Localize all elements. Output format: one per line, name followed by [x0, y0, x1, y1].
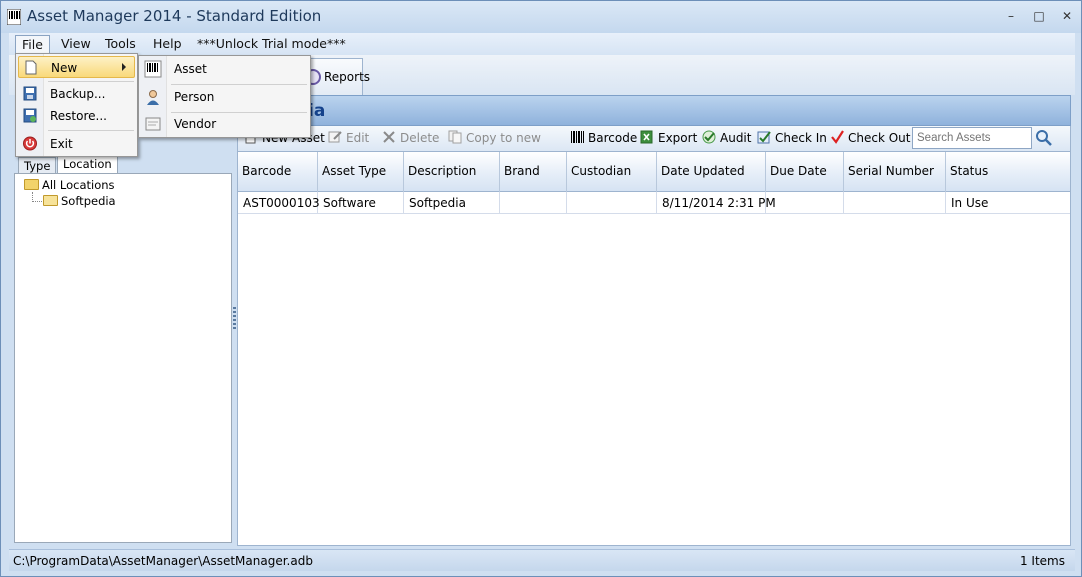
export-button[interactable]: Export	[640, 130, 697, 148]
menu-view[interactable]: View	[55, 35, 97, 55]
delete-button[interactable]: Delete	[382, 130, 439, 148]
submenu-item-asset[interactable]: Asset	[141, 57, 308, 83]
item-count: 1 Items	[1019, 554, 1065, 568]
column-header-status[interactable]: Status	[946, 152, 1070, 192]
edit-icon	[328, 131, 342, 143]
panel-splitter[interactable]	[233, 307, 236, 329]
column-header-barcode[interactable]: Barcode	[238, 152, 318, 192]
tree-item-all-locations[interactable]: All Locations	[24, 178, 115, 192]
file-menu-dropdown: New Backup... Restore... Exit	[15, 53, 138, 157]
column-header-brand[interactable]: Brand	[500, 152, 567, 192]
close-button[interactable]: ✕	[1055, 8, 1079, 26]
app-window: Asset Manager 2014 - Standard Edition – …	[0, 0, 1082, 577]
column-header-custodian[interactable]: Custodian	[567, 152, 657, 192]
barcode-icon	[144, 60, 162, 78]
asset-grid: Barcode Asset Type Description Brand Cus…	[237, 151, 1071, 546]
search-icon[interactable]	[1035, 129, 1053, 147]
column-header-date-updated[interactable]: Date Updated	[657, 152, 766, 192]
submenu-arrow-icon	[122, 63, 126, 71]
cell-asset-type: Software	[318, 192, 404, 214]
cell-serial-number	[844, 192, 946, 214]
person-icon	[147, 90, 159, 105]
tab-location[interactable]: Location	[57, 155, 118, 175]
asset-toolbar: New Asset Edit Delete Copy to new Barcod…	[237, 126, 1071, 151]
open-folder-icon	[43, 195, 58, 206]
menu-help[interactable]: Help	[147, 35, 188, 55]
cell-barcode: AST0000103	[238, 192, 320, 214]
cell-custodian	[567, 192, 657, 214]
menu-separator	[48, 130, 134, 131]
tree-item-softpedia[interactable]: Softpedia	[43, 194, 116, 208]
check-in-icon	[757, 131, 771, 144]
cell-description: Softpedia	[404, 192, 500, 214]
menu-item-new[interactable]: New	[18, 56, 135, 78]
vendor-icon	[145, 117, 161, 131]
status-bar: C:\ProgramData\AssetManager\AssetManager…	[9, 549, 1075, 571]
power-icon	[23, 136, 37, 151]
menu-bar: File View Tools Help ***Unlock Trial mod…	[9, 33, 1075, 55]
cell-due-date	[766, 192, 844, 214]
maximize-button[interactable]: □	[1027, 8, 1051, 26]
main-panel: ia New Asset Edit Delete Copy to new Bar…	[237, 95, 1071, 546]
cell-status: In Use	[951, 196, 989, 210]
copy-to-new-button[interactable]: Copy to new	[448, 130, 541, 148]
minimize-button[interactable]: –	[999, 8, 1023, 26]
cell-date-updated: 8/11/2014 2:31 PM	[657, 192, 776, 214]
submenu-item-vendor[interactable]: Vendor	[141, 112, 308, 138]
new-submenu: Asset Person Vendor	[138, 55, 311, 138]
menu-item-restore[interactable]: Restore...	[18, 105, 135, 127]
title-bar[interactable]: Asset Manager 2014 - Standard Edition – …	[1, 1, 1081, 33]
barcode-button[interactable]: Barcode	[570, 130, 637, 148]
menu-unlock-trial[interactable]: ***Unlock Trial mode***	[191, 35, 352, 55]
left-panel: Type Location All Locations Softpedia	[14, 95, 232, 543]
new-document-icon	[25, 60, 37, 75]
database-path: C:\ProgramData\AssetManager\AssetManager…	[13, 554, 313, 568]
submenu-item-person[interactable]: Person	[141, 85, 308, 111]
tree-connector	[32, 192, 42, 202]
menu-item-backup[interactable]: Backup...	[18, 83, 135, 105]
barcode-icon	[571, 131, 584, 143]
menu-tools[interactable]: Tools	[99, 35, 142, 55]
location-header: ia	[237, 95, 1071, 126]
column-header-asset-type[interactable]: Asset Type	[318, 152, 404, 192]
column-header-description[interactable]: Description	[404, 152, 500, 192]
reports-label: Reports	[324, 70, 371, 84]
audit-icon	[702, 130, 716, 144]
table-row[interactable]: AST0000103 Software Softpedia 8/11/2014 …	[238, 192, 1070, 214]
check-out-button[interactable]: Check Out	[830, 130, 910, 148]
menu-file[interactable]: File	[15, 35, 50, 55]
check-in-button[interactable]: Check In	[757, 130, 827, 148]
search-input[interactable]	[912, 127, 1032, 149]
edit-button[interactable]: Edit	[328, 130, 369, 148]
menu-separator	[48, 81, 134, 82]
column-header-serial-number[interactable]: Serial Number	[844, 152, 946, 192]
delete-icon	[383, 131, 395, 143]
audit-button[interactable]: Audit	[702, 130, 751, 148]
barcode-app-icon	[7, 9, 21, 25]
save-icon	[23, 86, 37, 101]
grid-header: Barcode Asset Type Description Brand Cus…	[238, 152, 1070, 192]
cell-brand	[500, 192, 567, 214]
restore-icon	[23, 108, 37, 123]
location-tree: All Locations Softpedia	[14, 173, 232, 543]
copy-icon	[448, 130, 462, 144]
export-icon	[640, 130, 653, 144]
check-out-icon	[831, 130, 844, 144]
window-title: Asset Manager 2014 - Standard Edition	[27, 7, 322, 25]
folder-icon	[24, 179, 39, 190]
column-header-due-date[interactable]: Due Date	[766, 152, 844, 192]
menu-item-exit[interactable]: Exit	[18, 133, 135, 155]
